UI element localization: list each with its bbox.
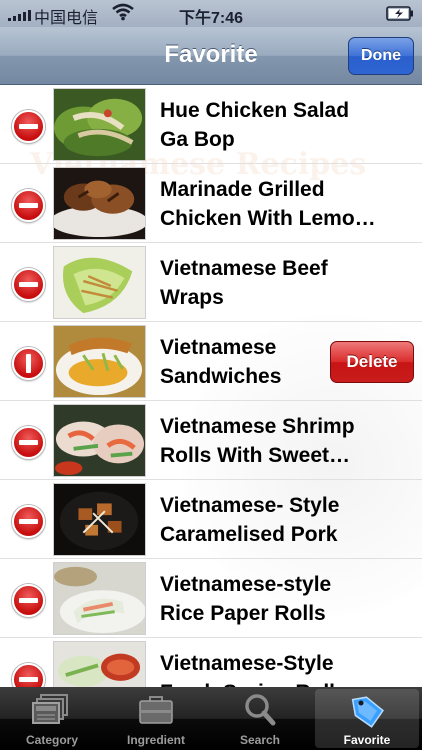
recipe-thumbnail (53, 483, 146, 556)
list-item[interactable]: Vietnamese Beef Wraps (0, 243, 422, 322)
tab-label: Category (25, 733, 78, 747)
list-item[interactable]: Hue Chicken Salad Ga Bop (0, 85, 422, 164)
battery-charging-icon (386, 6, 414, 25)
list-item[interactable]: Vietnamese- Style Caramelised Pork (0, 480, 422, 559)
status-time: 下午7:46 (178, 10, 244, 27)
delete-control-button[interactable] (12, 189, 45, 222)
favorite-tag-icon (347, 693, 387, 734)
delete-control-button[interactable] (12, 584, 45, 617)
delete-control-button[interactable] (12, 426, 45, 459)
delete-control-button[interactable] (12, 268, 45, 301)
recipe-thumbnail (53, 562, 146, 635)
tab-ingredient[interactable]: Ingredient (104, 687, 208, 750)
recipe-thumbnail (53, 167, 146, 240)
recipe-title: Vietnamese Sandwiches (160, 336, 282, 388)
recipe-thumbnail (53, 246, 146, 319)
delete-control-button[interactable] (12, 505, 45, 538)
recipe-title: Vietnamese-style Rice Paper Rolls (160, 573, 332, 625)
done-button[interactable]: Done (348, 37, 414, 75)
delete-control-button[interactable] (12, 347, 45, 380)
delete-control-button[interactable] (12, 110, 45, 143)
search-icon (240, 693, 280, 732)
recipe-title: Vietnamese-Style Fresh Spring Rolls (160, 652, 347, 687)
favorite-screen: 中国电信 下午7:46 Favorite Done Vietnamese Rec… (0, 0, 422, 750)
recipe-thumbnail (53, 88, 146, 161)
tab-bar: Category Ingredient Search Favorite (0, 687, 422, 750)
favorites-list[interactable]: Vietnamese Recipes Hue Chicken Salad Ga … (0, 85, 422, 687)
delete-control-button[interactable] (12, 663, 45, 687)
recipe-title: Vietnamese Shrimp Rolls With Sweet… (160, 415, 355, 467)
category-icon (32, 693, 72, 732)
recipe-thumbnail (53, 325, 146, 398)
tab-label: Ingredient (126, 733, 185, 747)
tab-label: Search (239, 733, 281, 747)
tab-label: Favorite (343, 733, 391, 747)
list-item[interactable]: Marinade Grilled Chicken With Lemo… (0, 164, 422, 243)
navigation-bar: Favorite Done (0, 27, 422, 85)
list-item[interactable]: Vietnamese-style Rice Paper Rolls (0, 559, 422, 638)
recipe-title: Hue Chicken Salad Ga Bop (160, 99, 350, 151)
ingredient-icon (136, 693, 176, 732)
recipe-title: Marinade Grilled Chicken With Lemo… (160, 178, 376, 230)
tab-category[interactable]: Category (0, 687, 104, 750)
list-item[interactable]: Vietnamese Sandwiches Delete (0, 322, 422, 401)
tab-search[interactable]: Search (208, 687, 312, 750)
recipe-title: Vietnamese- Style Caramelised Pork (160, 494, 340, 546)
tab-favorite[interactable]: Favorite (315, 689, 419, 748)
recipe-thumbnail (53, 641, 146, 687)
delete-button[interactable]: Delete (330, 341, 414, 383)
list-item[interactable]: Vietnamese Shrimp Rolls With Sweet… (0, 401, 422, 480)
status-bar: 中国电信 下午7:46 (0, 0, 422, 27)
list-item[interactable]: Vietnamese-Style Fresh Spring Rolls (0, 638, 422, 687)
recipe-thumbnail (53, 404, 146, 477)
recipe-title: Vietnamese Beef Wraps (160, 257, 328, 309)
